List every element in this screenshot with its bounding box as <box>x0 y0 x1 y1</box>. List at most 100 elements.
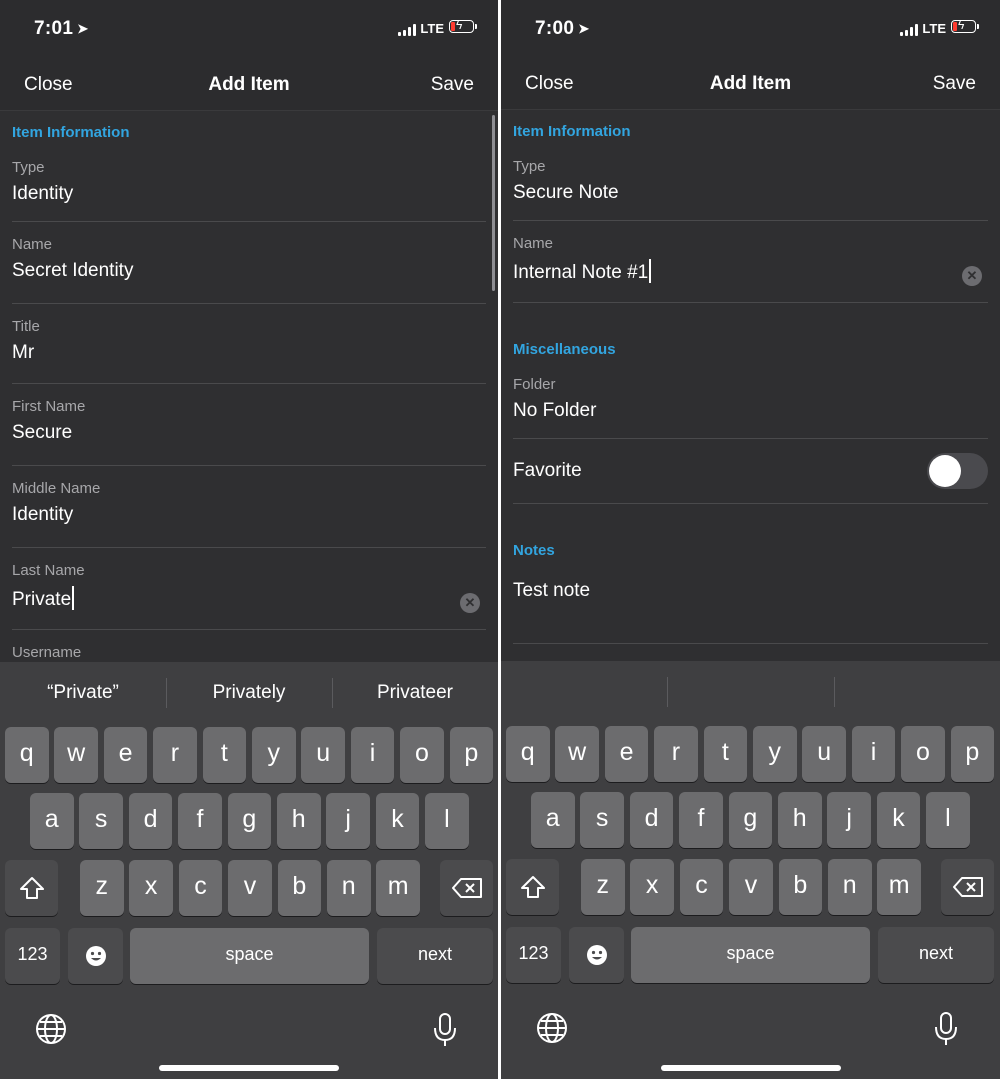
suggestion-1[interactable] <box>501 661 667 723</box>
name-field[interactable]: Name Internal Note #1 ✕ <box>513 221 988 303</box>
notes-input[interactable]: Test note <box>513 580 988 617</box>
key-r[interactable]: r <box>153 727 197 783</box>
clear-text-icon[interactable]: ✕ <box>962 266 982 286</box>
key-n[interactable]: n <box>828 859 872 915</box>
key-x[interactable]: x <box>630 859 674 915</box>
space-key[interactable]: space <box>130 928 369 984</box>
emoji-key[interactable] <box>569 927 624 983</box>
key-n[interactable]: n <box>327 860 371 916</box>
emoji-key[interactable] <box>68 928 123 984</box>
key-h[interactable]: h <box>277 793 321 849</box>
backspace-key[interactable] <box>941 859 994 915</box>
scrollbar[interactable] <box>492 115 495 291</box>
key-p[interactable]: p <box>449 727 494 783</box>
shift-key[interactable] <box>506 859 559 915</box>
key-s[interactable]: s <box>580 792 624 848</box>
key-p[interactable]: p <box>950 726 995 782</box>
middle-name-field[interactable]: Middle Name Identity <box>12 466 486 548</box>
key-d[interactable]: d <box>629 792 674 848</box>
name-field[interactable]: Name Secret Identity <box>12 222 486 304</box>
last-name-input[interactable]: Private <box>12 586 486 626</box>
title-field[interactable]: Title Mr <box>12 304 486 384</box>
numbers-key[interactable]: 123 <box>5 928 60 984</box>
next-key[interactable]: next <box>377 928 493 984</box>
key-q[interactable]: q <box>5 727 49 783</box>
key-e[interactable]: e <box>604 726 649 782</box>
suggestion-3[interactable]: Privateer <box>332 662 498 724</box>
key-i[interactable]: i <box>851 726 896 782</box>
key-t[interactable]: t <box>202 727 247 783</box>
suggestion-3[interactable] <box>833 661 1000 723</box>
key-r[interactable]: r <box>654 726 698 782</box>
clear-text-icon[interactable]: ✕ <box>460 593 480 613</box>
key-t[interactable]: t <box>703 726 748 782</box>
folder-field[interactable]: Folder No Folder <box>513 358 988 439</box>
key-d[interactable]: d <box>128 793 173 849</box>
save-button[interactable]: Save <box>431 74 474 96</box>
numbers-key[interactable]: 123 <box>506 927 561 983</box>
key-l[interactable]: l <box>926 792 970 848</box>
key-j[interactable]: j <box>827 792 871 848</box>
type-value[interactable]: Identity <box>12 183 486 220</box>
key-c[interactable]: c <box>178 860 223 916</box>
key-q[interactable]: q <box>506 726 550 782</box>
key-v[interactable]: v <box>228 860 272 916</box>
key-o[interactable]: o <box>400 727 444 783</box>
key-f[interactable]: f <box>178 793 222 849</box>
key-h[interactable]: h <box>778 792 822 848</box>
key-f[interactable]: f <box>679 792 723 848</box>
key-e[interactable]: e <box>103 727 148 783</box>
key-m[interactable]: m <box>877 859 921 915</box>
next-key[interactable]: next <box>878 927 994 983</box>
type-value[interactable]: Secure Note <box>513 182 988 219</box>
key-w[interactable]: w <box>555 726 599 782</box>
suggestion-2[interactable] <box>667 661 833 723</box>
favorite-row[interactable]: Favorite <box>513 439 988 504</box>
key-y[interactable]: y <box>753 726 797 782</box>
key-z[interactable]: z <box>581 859 625 915</box>
microphone-icon[interactable] <box>432 1012 458 1048</box>
globe-icon[interactable] <box>535 1011 569 1045</box>
type-field[interactable]: Type Identity <box>12 141 486 222</box>
title-value[interactable]: Mr <box>12 342 486 379</box>
middle-name-input[interactable]: Identity <box>12 504 486 541</box>
key-z[interactable]: z <box>80 860 124 916</box>
key-u[interactable]: u <box>301 727 345 783</box>
key-a[interactable]: a <box>30 793 74 849</box>
first-name-input[interactable]: Secure <box>12 422 486 459</box>
key-o[interactable]: o <box>901 726 945 782</box>
key-u[interactable]: u <box>802 726 846 782</box>
key-g[interactable]: g <box>227 793 272 849</box>
key-k[interactable]: k <box>876 792 921 848</box>
key-i[interactable]: i <box>350 727 395 783</box>
name-input[interactable]: Secret Identity <box>12 260 486 297</box>
key-y[interactable]: y <box>252 727 296 783</box>
first-name-field[interactable]: First Name Secure <box>12 384 486 466</box>
key-w[interactable]: w <box>54 727 98 783</box>
suggestion-1[interactable]: “Private” <box>0 662 166 724</box>
save-button[interactable]: Save <box>933 73 976 95</box>
key-s[interactable]: s <box>79 793 123 849</box>
key-c[interactable]: c <box>679 859 724 915</box>
home-indicator[interactable] <box>660 1065 841 1071</box>
key-m[interactable]: m <box>376 860 420 916</box>
name-input[interactable]: Internal Note #1 <box>513 259 988 299</box>
shift-key[interactable] <box>5 860 58 916</box>
notes-field[interactable]: Test note <box>513 580 988 644</box>
space-key[interactable]: space <box>631 927 870 983</box>
globe-icon[interactable] <box>34 1012 68 1046</box>
folder-value[interactable]: No Folder <box>513 400 988 437</box>
key-v[interactable]: v <box>729 859 773 915</box>
suggestion-2[interactable]: Privately <box>166 662 332 724</box>
key-l[interactable]: l <box>425 793 469 849</box>
home-indicator[interactable] <box>159 1065 339 1071</box>
key-j[interactable]: j <box>326 793 370 849</box>
key-b[interactable]: b <box>277 860 322 916</box>
key-g[interactable]: g <box>728 792 773 848</box>
key-b[interactable]: b <box>778 859 823 915</box>
username-field[interactable]: Username <box>12 630 486 661</box>
key-k[interactable]: k <box>375 793 420 849</box>
key-x[interactable]: x <box>129 860 173 916</box>
last-name-field[interactable]: Last Name Private ✕ <box>12 548 486 630</box>
favorite-toggle[interactable] <box>927 453 988 489</box>
